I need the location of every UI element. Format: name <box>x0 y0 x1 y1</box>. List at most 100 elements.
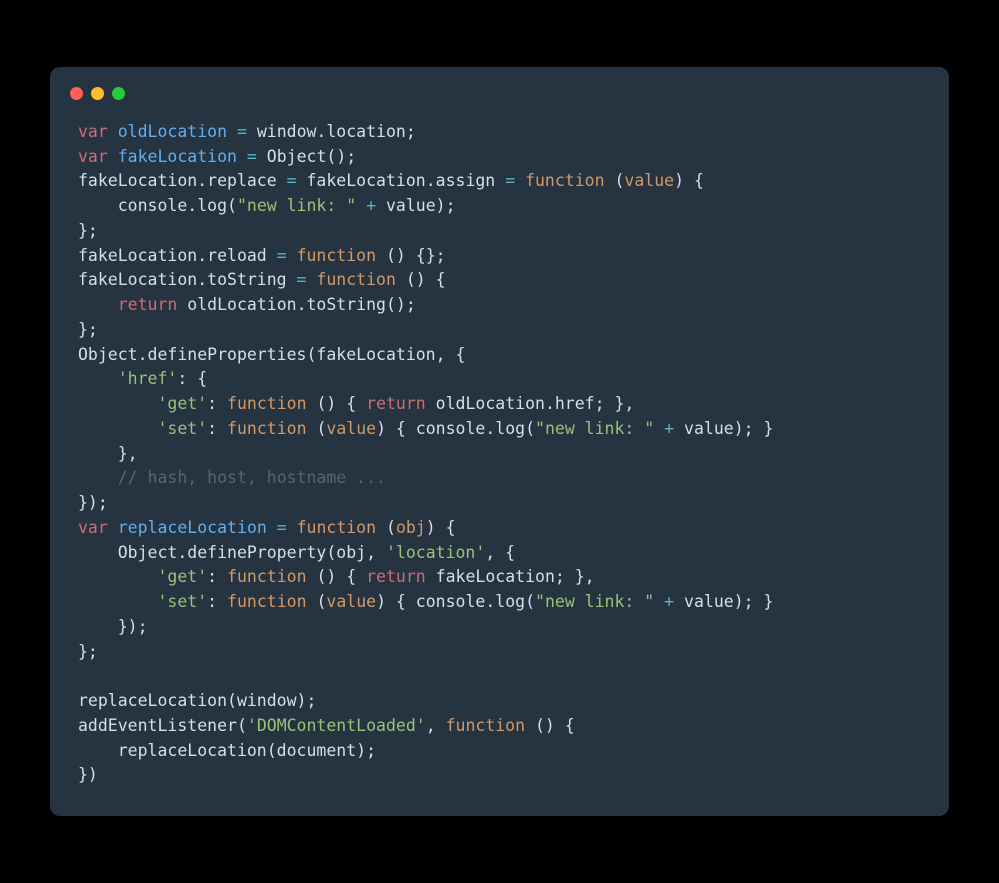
code-token-fn: function <box>227 419 306 438</box>
code-token-pun: ( <box>376 518 396 537</box>
code-token-pun <box>78 592 157 611</box>
code-line: var fakeLocation = Object(); <box>78 145 921 170</box>
code-token-pun: : { <box>177 369 207 388</box>
code-token-pun: addEventListener( <box>78 716 247 735</box>
code-line: }; <box>78 219 921 244</box>
code-token-pun: value); <box>376 196 455 215</box>
code-token-pun: : <box>207 394 227 413</box>
code-token-op: = <box>277 518 287 537</box>
code-token-op: = <box>237 122 247 141</box>
code-line: var oldLocation = window.location; <box>78 120 921 145</box>
code-line: }); <box>78 615 921 640</box>
code-token-fn: function <box>297 246 376 265</box>
code-token-pun: }); <box>78 493 108 512</box>
code-token-pun: ( <box>605 171 625 190</box>
code-line: console.log("new link: " + value); <box>78 194 921 219</box>
code-token-pun: : <box>207 592 227 611</box>
code-line: 'href': { <box>78 367 921 392</box>
code-token-pun: }, <box>78 444 138 463</box>
code-line: }, <box>78 442 921 467</box>
code-token-fn: function <box>227 592 306 611</box>
code-token-pun: () { <box>525 716 575 735</box>
code-token-pun: fakeLocation; }, <box>426 567 595 586</box>
code-token-pun <box>78 394 157 413</box>
close-icon[interactable] <box>70 87 83 100</box>
code-token-str: "new link: " <box>535 592 654 611</box>
code-token-pun <box>306 270 316 289</box>
code-line: }) <box>78 763 921 788</box>
code-token-op: + <box>664 592 674 611</box>
code-token-op: = <box>505 171 515 190</box>
code-block: var oldLocation = window.location;var fa… <box>50 120 949 788</box>
code-token-pun <box>108 518 118 537</box>
code-token-pun: () { <box>396 270 446 289</box>
minimize-icon[interactable] <box>91 87 104 100</box>
code-token-pun: window.location; <box>247 122 416 141</box>
code-token-op: = <box>287 171 297 190</box>
code-token-kw: var <box>78 518 108 537</box>
code-token-decl: fakeLocation <box>118 147 237 166</box>
code-token-pun <box>515 171 525 190</box>
code-token-str: 'set' <box>157 592 207 611</box>
code-token-pun: Object(); <box>257 147 356 166</box>
code-token-str: "new link: " <box>535 419 654 438</box>
code-line <box>78 664 921 689</box>
code-token-str: 'href' <box>118 369 178 388</box>
code-token-pun <box>287 246 297 265</box>
maximize-icon[interactable] <box>112 87 125 100</box>
code-line: addEventListener('DOMContentLoaded', fun… <box>78 714 921 739</box>
code-token-kw: var <box>78 147 108 166</box>
code-token-str: 'get' <box>157 567 207 586</box>
code-token-pun: () { <box>307 394 367 413</box>
code-token-pun: fakeLocation.toString <box>78 270 297 289</box>
code-token-prm: value <box>326 592 376 611</box>
code-token-pun: () { <box>307 567 367 586</box>
code-token-pun <box>237 147 247 166</box>
code-line: 'get': function () { return oldLocation.… <box>78 392 921 417</box>
code-token-fn: function <box>227 567 306 586</box>
code-token-cmt: // hash, host, hostname ... <box>118 468 386 487</box>
code-line: // hash, host, hostname ... <box>78 466 921 491</box>
code-token-pun <box>78 567 157 586</box>
code-token-pun: fakeLocation.reload <box>78 246 277 265</box>
code-token-pun: ( <box>307 419 327 438</box>
code-token-pun: value); } <box>674 592 773 611</box>
code-line: replaceLocation(document); <box>78 739 921 764</box>
code-token-pun: console.log( <box>78 196 237 215</box>
code-token-pun <box>108 122 118 141</box>
code-token-prm: obj <box>396 518 426 537</box>
code-token-fn: function <box>446 716 525 735</box>
code-token-pun: , { <box>485 543 515 562</box>
code-token-pun: Object.defineProperty(obj, <box>78 543 386 562</box>
code-token-pun <box>78 295 118 314</box>
code-token-pun: ) { <box>426 518 456 537</box>
code-token-pun: ) { console.log( <box>376 419 535 438</box>
code-line: 'set': function (value) { console.log("n… <box>78 417 921 442</box>
code-token-kw: return <box>366 394 426 413</box>
code-token-pun: }) <box>78 765 98 784</box>
code-token-str: 'DOMContentLoaded' <box>247 716 426 735</box>
code-token-fn: function <box>227 394 306 413</box>
code-token-pun: : <box>207 567 227 586</box>
code-token-decl: replaceLocation <box>118 518 267 537</box>
code-token-str: "new link: " <box>237 196 356 215</box>
code-token-op: = <box>297 270 307 289</box>
code-token-str: 'get' <box>157 394 207 413</box>
code-token-pun <box>287 518 297 537</box>
code-token-op: + <box>664 419 674 438</box>
code-token-prm: value <box>326 419 376 438</box>
code-token-op: = <box>247 147 257 166</box>
code-line: 'get': function () { return fakeLocation… <box>78 565 921 590</box>
code-token-fn: function <box>297 518 376 537</box>
code-token-pun <box>78 468 118 487</box>
code-token-pun: : <box>207 419 227 438</box>
code-token-pun <box>356 196 366 215</box>
code-token-kw: var <box>78 122 108 141</box>
code-line: fakeLocation.toString = function () { <box>78 268 921 293</box>
code-token-pun: }; <box>78 221 98 240</box>
editor-window: var oldLocation = window.location;var fa… <box>50 67 949 816</box>
code-token-pun: replaceLocation(window); <box>78 691 316 710</box>
code-line: var replaceLocation = function (obj) { <box>78 516 921 541</box>
code-token-pun: replaceLocation(document); <box>78 741 376 760</box>
code-line: }; <box>78 318 921 343</box>
